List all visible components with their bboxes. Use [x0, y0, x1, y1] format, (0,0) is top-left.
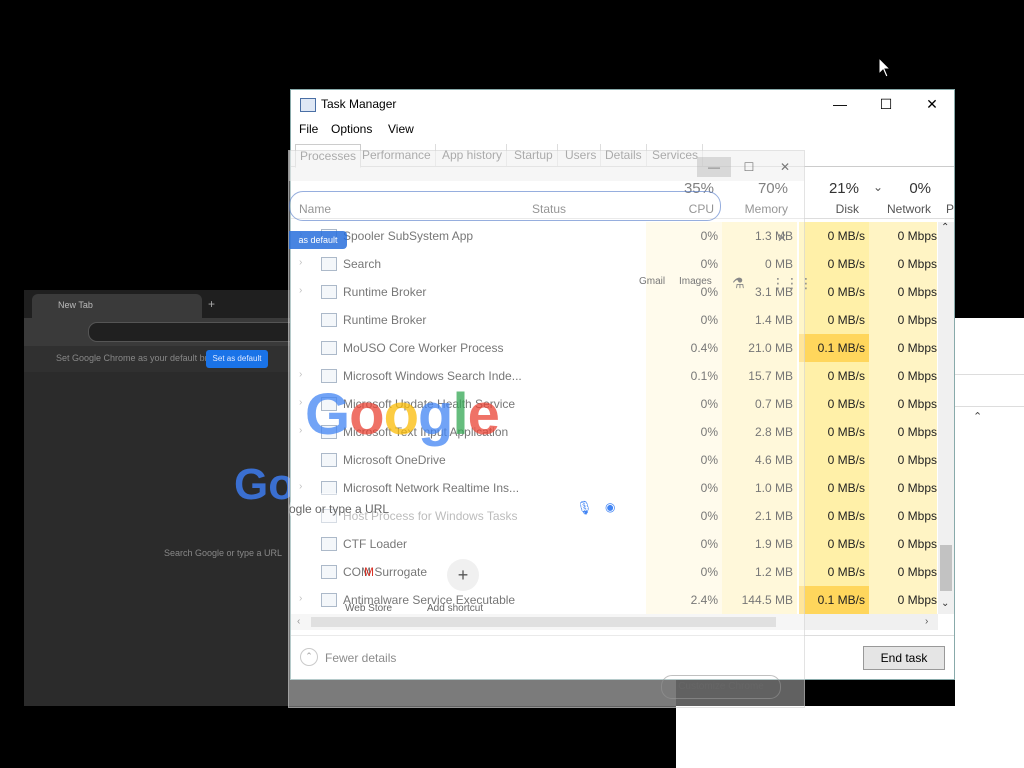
scroll-up-icon[interactable]: ⌃	[941, 222, 949, 233]
process-network: 0 Mbps	[869, 474, 937, 502]
menu-view[interactable]: View	[388, 122, 414, 136]
header-network[interactable]: Network	[869, 202, 931, 216]
background-white-window: ⌃	[955, 318, 1024, 768]
process-disk: 0 MB/s	[799, 362, 869, 390]
process-disk: 0.1 MB/s	[799, 586, 869, 614]
close-button[interactable]: ✕	[909, 90, 955, 118]
process-network: 0 Mbps	[869, 446, 937, 474]
process-disk: 0 MB/s	[799, 558, 869, 586]
header-disk-percent[interactable]: 21%	[799, 180, 859, 197]
process-disk: 0 MB/s	[799, 418, 869, 446]
process-disk: 0 MB/s	[799, 306, 869, 334]
google-search-placeholder[interactable]: ogle or type a URL	[289, 502, 389, 516]
process-network: 0 Mbps	[869, 334, 937, 362]
scroll-down-icon[interactable]: ⌄	[941, 598, 949, 609]
images-link[interactable]: Images	[679, 276, 712, 287]
process-network: 0 Mbps	[869, 558, 937, 586]
mouse-cursor-icon	[878, 57, 892, 78]
chrome-tab[interactable]: New Tab	[32, 294, 202, 318]
process-network: 0 Mbps	[869, 250, 937, 278]
header-disk[interactable]: Disk	[799, 202, 859, 216]
web-store-shortcut-label[interactable]: Web Store	[345, 603, 392, 614]
set-default-button[interactable]: Set as default	[206, 350, 268, 368]
lens-camera-icon[interactable]: ◉	[605, 500, 615, 514]
process-network: 0 Mbps	[869, 502, 937, 530]
process-disk: 0 MB/s	[799, 222, 869, 250]
task-manager-app-icon	[300, 98, 316, 112]
process-network: 0 Mbps	[869, 418, 937, 446]
divider	[955, 374, 1024, 375]
menu-file[interactable]: File	[299, 122, 318, 136]
google-logo-partial: Go	[234, 460, 296, 509]
google-logo: Google	[305, 382, 500, 447]
process-disk: 0 MB/s	[799, 250, 869, 278]
chrome-overlay-window: — ☐ ✕ as default ✕ Gmail Images ⚗ ⋮⋮⋮ Go…	[288, 150, 813, 708]
overlay-address-bar[interactable]	[289, 191, 721, 221]
scroll-right-icon[interactable]: ›	[925, 616, 928, 627]
header-network-percent[interactable]: 0%	[869, 180, 931, 197]
process-disk: 0 MB/s	[799, 390, 869, 418]
chrome-tab-title: New Tab	[58, 300, 93, 310]
chrome-search-placeholder[interactable]: Search Google or type a URL	[164, 548, 282, 558]
process-network: 0 Mbps	[869, 278, 937, 306]
new-tab-button[interactable]: +	[208, 297, 215, 311]
overlay-maximize-button[interactable]: ☐	[732, 157, 766, 177]
process-disk: 0 MB/s	[799, 446, 869, 474]
minimize-button[interactable]: —	[817, 90, 863, 118]
menu-options[interactable]: Options	[331, 122, 372, 136]
vertical-scroll-thumb[interactable]	[940, 545, 952, 591]
process-network: 0 Mbps	[869, 390, 937, 418]
overlay-close-button[interactable]: ✕	[768, 157, 802, 177]
process-disk: 0 MB/s	[799, 474, 869, 502]
add-shortcut-button[interactable]: +	[447, 559, 479, 591]
overlay-minimize-button[interactable]: —	[697, 157, 731, 177]
process-network: 0 Mbps	[869, 586, 937, 614]
gmail-shortcut-icon[interactable]: M	[364, 565, 374, 579]
end-task-button[interactable]: End task	[863, 646, 945, 670]
process-network: 0 Mbps	[869, 530, 937, 558]
divider	[955, 406, 1024, 407]
process-network: 0 Mbps	[869, 306, 937, 334]
labs-icon[interactable]: ⚗	[732, 275, 745, 292]
banner-close-icon[interactable]: ✕	[777, 231, 787, 245]
add-shortcut-label[interactable]: Add shortcut	[427, 603, 483, 614]
process-network: 0 Mbps	[869, 222, 937, 250]
customize-chrome-button[interactable]: Customize Chrome	[661, 675, 781, 699]
gmail-link[interactable]: Gmail	[639, 276, 665, 287]
header-power[interactable]: P	[946, 202, 954, 216]
background-white-panel	[676, 706, 1024, 768]
microphone-icon[interactable]: 🎙	[576, 500, 593, 516]
maximize-button[interactable]: ☐	[863, 90, 909, 118]
chevron-up-icon[interactable]: ⌃	[973, 410, 982, 423]
process-disk: 0 MB/s	[799, 530, 869, 558]
process-disk: 0 MB/s	[799, 502, 869, 530]
apps-grid-icon[interactable]: ⋮⋮⋮	[771, 275, 813, 292]
window-title: Task Manager	[321, 97, 397, 111]
set-as-default-button[interactable]: as default	[289, 231, 347, 249]
process-disk: 0.1 MB/s	[799, 334, 869, 362]
process-network: 0 Mbps	[869, 362, 937, 390]
